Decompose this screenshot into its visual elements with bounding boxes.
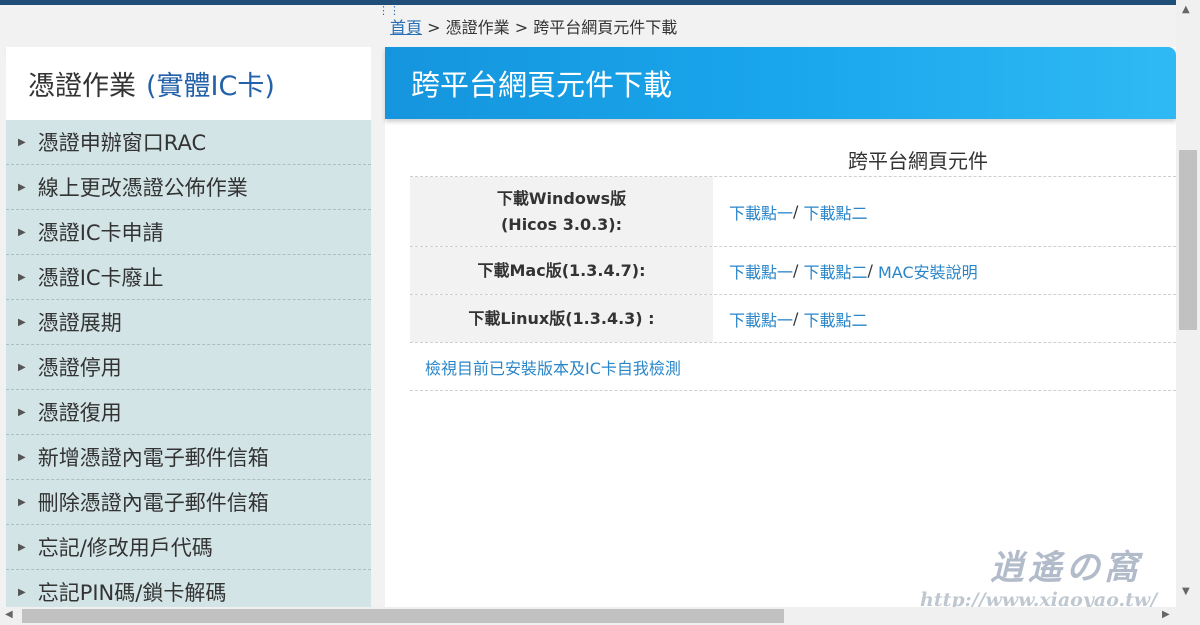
sidebar-item-online-publish[interactable]: ▶ 線上更改憑證公佈作業 <box>6 165 371 210</box>
watermark-logo: 逍遙の窩 http://www.xiaoyao.tw/ <box>920 540 1170 611</box>
vertical-scroll-thumb[interactable] <box>1179 150 1197 330</box>
breadcrumb-home-link[interactable]: 首頁 <box>390 18 422 37</box>
windows-label-line2: (Hicos 3.0.3): <box>500 214 623 234</box>
anchor-dots-icon: ⋮⋮ <box>378 4 400 17</box>
row-links: 下載點一 / 下載點二 <box>713 295 1176 342</box>
page-title-banner: 跨平台網頁元件下載 <box>385 47 1176 119</box>
triangle-right-icon: ▶ <box>18 586 26 598</box>
sidebar-item-label: 憑證展期 <box>37 311 122 335</box>
sidebar-subtitle: (實體IC卡) <box>146 71 275 102</box>
sidebar-item-ic-apply[interactable]: ▶ 憑證IC卡申請 <box>6 210 371 255</box>
triangle-right-icon: ▶ <box>18 316 26 328</box>
sidebar-item-delete-email[interactable]: ▶ 刪除憑證內電子郵件信箱 <box>6 480 371 525</box>
vertical-scrollbar[interactable]: ▲ ▼ <box>1176 0 1200 607</box>
link-separator: / <box>793 261 799 280</box>
windows-download-1-link[interactable]: 下載點一 <box>729 200 793 224</box>
main-panel: 跨平台網頁元件下載 跨平台網頁元件 下載Windows版 (Hicos 3.0.… <box>385 47 1176 607</box>
breadcrumb: ⋮⋮ 首頁 > 憑證作業 > 跨平台網頁元件下載 <box>378 5 678 38</box>
table-row: 下載Mac版(1.3.4.7): 下載點一 / 下載點二 / MAC安裝說明 <box>410 247 1176 295</box>
top-bar <box>0 0 1200 5</box>
triangle-right-icon: ▶ <box>18 226 26 238</box>
linux-download-1-link[interactable]: 下載點一 <box>729 307 793 331</box>
windows-label-line1: 下載Windows版 <box>496 188 627 208</box>
breadcrumb-separator: > <box>427 18 441 37</box>
breadcrumb-level1: 憑證作業 <box>445 18 510 37</box>
linux-download-2-link[interactable]: 下載點二 <box>804 307 868 331</box>
sidebar-item-resume[interactable]: ▶ 憑證復用 <box>6 390 371 435</box>
scroll-up-icon[interactable]: ▲ <box>1182 4 1190 15</box>
row-links: 下載點一 / 下載點二 / MAC安裝說明 <box>713 247 1176 294</box>
row-links: 下載點一 / 下載點二 <box>713 177 1176 246</box>
sidebar-title: 憑證作業 <box>28 71 136 102</box>
mac-install-guide-link[interactable]: MAC安裝說明 <box>878 259 978 283</box>
scroll-left-icon[interactable]: ◀ <box>5 609 13 620</box>
horizontal-scrollbar[interactable]: ◀ ▶ <box>0 607 1200 625</box>
sidebar-item-suspend[interactable]: ▶ 憑證停用 <box>6 345 371 390</box>
sidebar-header: 憑證作業 (實體IC卡) <box>6 47 371 120</box>
sidebar-item-user-code[interactable]: ▶ 忘記/修改用戶代碼 <box>6 525 371 570</box>
windows-download-2-link[interactable]: 下載點二 <box>804 200 868 224</box>
triangle-right-icon: ▶ <box>18 361 26 373</box>
sidebar-item-label: 憑證停用 <box>37 356 122 380</box>
check-row: 檢視目前已安裝版本及IC卡自我檢測 <box>410 343 1176 391</box>
table-row: 下載Linux版(1.3.4.3) : 下載點一 / 下載點二 <box>410 295 1176 343</box>
mac-download-1-link[interactable]: 下載點一 <box>729 259 793 283</box>
triangle-right-icon: ▶ <box>18 451 26 463</box>
sidebar-item-pin-unlock[interactable]: ▶ 忘記PIN碼/鎖卡解碼 <box>6 570 371 607</box>
triangle-right-icon: ▶ <box>18 271 26 283</box>
sidebar-item-rac[interactable]: ▶ 憑證申辦窗口RAC <box>6 120 371 165</box>
scroll-down-icon[interactable]: ▼ <box>1182 586 1190 597</box>
sidebar-item-label: 憑證IC卡廢止 <box>37 266 164 290</box>
breadcrumb-current: 跨平台網頁元件下載 <box>533 18 678 37</box>
sidebar-item-label: 憑證IC卡申請 <box>37 221 164 245</box>
row-label-windows: 下載Windows版 (Hicos 3.0.3): <box>410 177 713 246</box>
triangle-right-icon: ▶ <box>18 541 26 553</box>
sidebar-item-add-email[interactable]: ▶ 新增憑證內電子郵件信箱 <box>6 435 371 480</box>
triangle-right-icon: ▶ <box>18 496 26 508</box>
sidebar: 憑證作業 (實體IC卡) ▶ 憑證申辦窗口RAC ▶ 線上更改憑證公佈作業 ▶ 憑證I… <box>6 47 371 607</box>
sidebar-item-label: 忘記PIN碼/鎖卡解碼 <box>37 581 227 605</box>
watermark-title: 逍遙の窩 <box>990 548 1142 588</box>
row-label-linux: 下載Linux版(1.3.4.3) : <box>410 295 713 342</box>
triangle-right-icon: ▶ <box>18 406 26 418</box>
table-row: 下載Windows版 (Hicos 3.0.3): 下載點一 / 下載點二 <box>410 177 1176 247</box>
sidebar-item-label: 憑證復用 <box>37 401 122 425</box>
sidebar-item-label: 憑證申辦窗口RAC <box>37 131 207 155</box>
link-separator: / <box>793 202 799 221</box>
row-label-mac: 下載Mac版(1.3.4.7): <box>410 247 713 294</box>
breadcrumb-separator: > <box>514 18 529 37</box>
self-check-link[interactable]: 檢視目前已安裝版本及IC卡自我檢測 <box>425 355 681 379</box>
sidebar-item-label: 新增憑證內電子郵件信箱 <box>37 446 269 470</box>
link-separator: / <box>793 309 799 328</box>
scroll-right-icon[interactable]: ▶ <box>1162 609 1170 620</box>
table-caption: 跨平台網頁元件 <box>410 145 1176 177</box>
sidebar-item-ic-revoke[interactable]: ▶ 憑證IC卡廢止 <box>6 255 371 300</box>
triangle-right-icon: ▶ <box>18 181 26 193</box>
link-separator: / <box>867 261 873 280</box>
triangle-right-icon: ▶ <box>18 136 26 148</box>
horizontal-scroll-thumb[interactable] <box>22 609 784 623</box>
sidebar-item-label: 線上更改憑證公佈作業 <box>37 176 248 200</box>
sidebar-item-label: 刪除憑證內電子郵件信箱 <box>37 491 269 515</box>
page-title: 跨平台網頁元件下載 <box>411 68 673 102</box>
sidebar-item-label: 忘記/修改用戶代碼 <box>37 536 213 560</box>
download-table: 跨平台網頁元件 下載Windows版 (Hicos 3.0.3): 下載點一 /… <box>410 145 1176 391</box>
sidebar-item-renew[interactable]: ▶ 憑證展期 <box>6 300 371 345</box>
mac-download-2-link[interactable]: 下載點二 <box>804 259 868 283</box>
